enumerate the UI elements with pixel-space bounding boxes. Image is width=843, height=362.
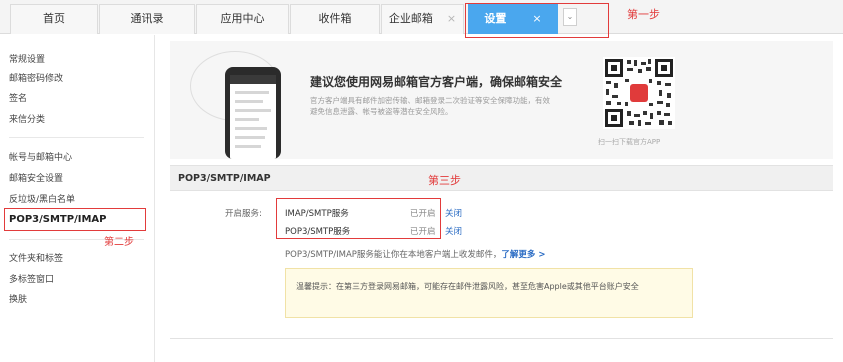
section-title: POP3/SMTP/IMAP <box>178 173 271 184</box>
sidebar-item-skin[interactable]: 换肤 <box>9 292 27 305</box>
service-note: POP3/SMTP/IMAP服务能让你在本地客户端上收发邮件，了解更多 > <box>285 248 546 260</box>
step3-highlight-box <box>276 198 441 239</box>
close-imap-smtp-link[interactable]: 关闭 <box>445 207 462 219</box>
tab-inbox[interactable]: 收件箱 <box>290 4 380 34</box>
tab-label: 应用中心 <box>220 12 265 25</box>
sidebar-item-multi-tab[interactable]: 多标签窗口 <box>9 272 54 285</box>
security-tip-box: 温馨提示：在第三方登录网易邮箱，可能存在邮件泄露风险，甚至危害Apple或其他平… <box>285 268 693 318</box>
tab-app-center[interactable]: 应用中心 <box>196 4 289 34</box>
qr-code <box>603 57 675 129</box>
section-divider <box>170 338 833 339</box>
security-tip-text: 温馨提示：在第三方登录网易邮箱，可能存在邮件泄露风险，甚至危害Apple或其他平… <box>296 282 639 291</box>
phone-illustration <box>225 67 281 159</box>
learn-more-link[interactable]: 了解更多 > <box>501 250 545 260</box>
step1-highlight-box <box>465 3 609 38</box>
tab-label: 企业邮箱 <box>388 12 433 25</box>
sidebar-item-general[interactable]: 常规设置 <box>9 52 45 65</box>
tab-label: 首页 <box>43 12 65 25</box>
sidebar-item-mail-rules[interactable]: 来信分类 <box>9 112 45 125</box>
tab-contacts[interactable]: 通讯录 <box>99 4 195 34</box>
step1-label: 第一步 <box>627 8 660 21</box>
step3-label: 第三步 <box>428 174 461 187</box>
banner-title: 建议您使用网易邮箱官方客户端，确保邮箱安全 <box>310 75 563 89</box>
sidebar-item-spam[interactable]: 反垃圾/黑白名单 <box>9 192 75 205</box>
close-pop3-smtp-link[interactable]: 关闭 <box>445 225 462 237</box>
service-note-text: POP3/SMTP/IMAP服务能让你在本地客户端上收发邮件， <box>285 250 502 260</box>
tab-enterprise-mail[interactable]: 企业邮箱 × <box>381 4 464 34</box>
settings-main: 建议您使用网易邮箱官方客户端，确保邮箱安全 官方客户端具有邮件加密传输、邮箱登录… <box>165 35 833 362</box>
close-icon[interactable]: × <box>447 12 456 25</box>
section-header: POP3/SMTP/IMAP <box>170 165 833 191</box>
sidebar-item-password[interactable]: 邮箱密码修改 <box>9 71 63 84</box>
step2-label: 第二步 <box>104 237 134 248</box>
open-service-label: 开启服务: <box>225 209 262 219</box>
tab-bar: 首页 通讯录 应用中心 收件箱 企业邮箱 × 设置 × ⌄ <box>0 0 843 34</box>
tab-label: 收件箱 <box>318 12 352 25</box>
client-promo-banner: 建议您使用网易邮箱官方客户端，确保邮箱安全 官方客户端具有邮件加密传输、邮箱登录… <box>170 41 833 159</box>
sidebar-item-security[interactable]: 邮箱安全设置 <box>9 171 63 184</box>
sidebar-divider <box>9 137 144 138</box>
tab-label: 通讯录 <box>130 12 164 25</box>
step2-highlight-box <box>4 208 146 231</box>
sidebar-item-signature[interactable]: 签名 <box>9 91 27 104</box>
tab-home[interactable]: 首页 <box>10 4 98 34</box>
banner-description: 官方客户端具有邮件加密传输、邮箱登录二次验证等安全保障功能，有效避免信息泄露、帐… <box>310 96 550 116</box>
sidebar-item-account-center[interactable]: 帐号与邮箱中心 <box>9 150 72 163</box>
qr-caption: 扫一扫下载官方APP <box>598 138 661 146</box>
settings-sidebar: 常规设置 邮箱密码修改 签名 来信分类 帐号与邮箱中心 邮箱安全设置 反垃圾/黑… <box>0 35 155 362</box>
sidebar-item-folders[interactable]: 文件夹和标签 <box>9 251 63 264</box>
